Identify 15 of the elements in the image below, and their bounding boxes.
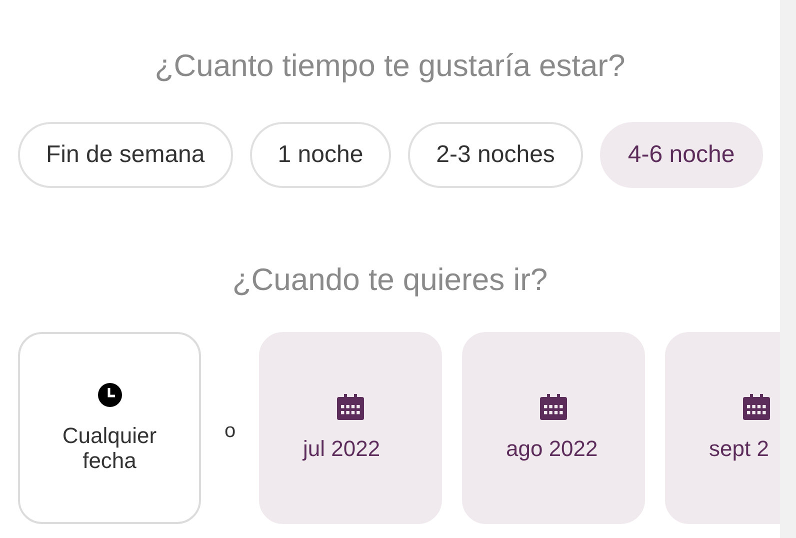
calendar-icon	[743, 394, 770, 420]
clock-icon	[98, 382, 122, 407]
duration-option[interactable]: 1 noche	[250, 122, 392, 188]
duration-option[interactable]: 2-3 noches	[408, 122, 583, 188]
month-option[interactable]: sept 2	[665, 332, 780, 524]
calendar-icon	[337, 394, 364, 420]
separator-text: o	[223, 419, 237, 444]
month-option[interactable]: jul 2022	[259, 332, 442, 524]
duration-option[interactable]: Fin de semana	[18, 122, 233, 188]
section-title: ¿Cuanto tiempo te gustaría estar?	[154, 48, 626, 84]
calendar-icon	[540, 394, 567, 420]
duration-option[interactable]: 4-6 noche	[600, 122, 763, 188]
any-date-option[interactable]: Cualquier fecha	[18, 332, 201, 524]
section-title: ¿Cuando te quieres ir?	[231, 262, 549, 298]
month-option[interactable]: ago 2022	[462, 332, 645, 524]
